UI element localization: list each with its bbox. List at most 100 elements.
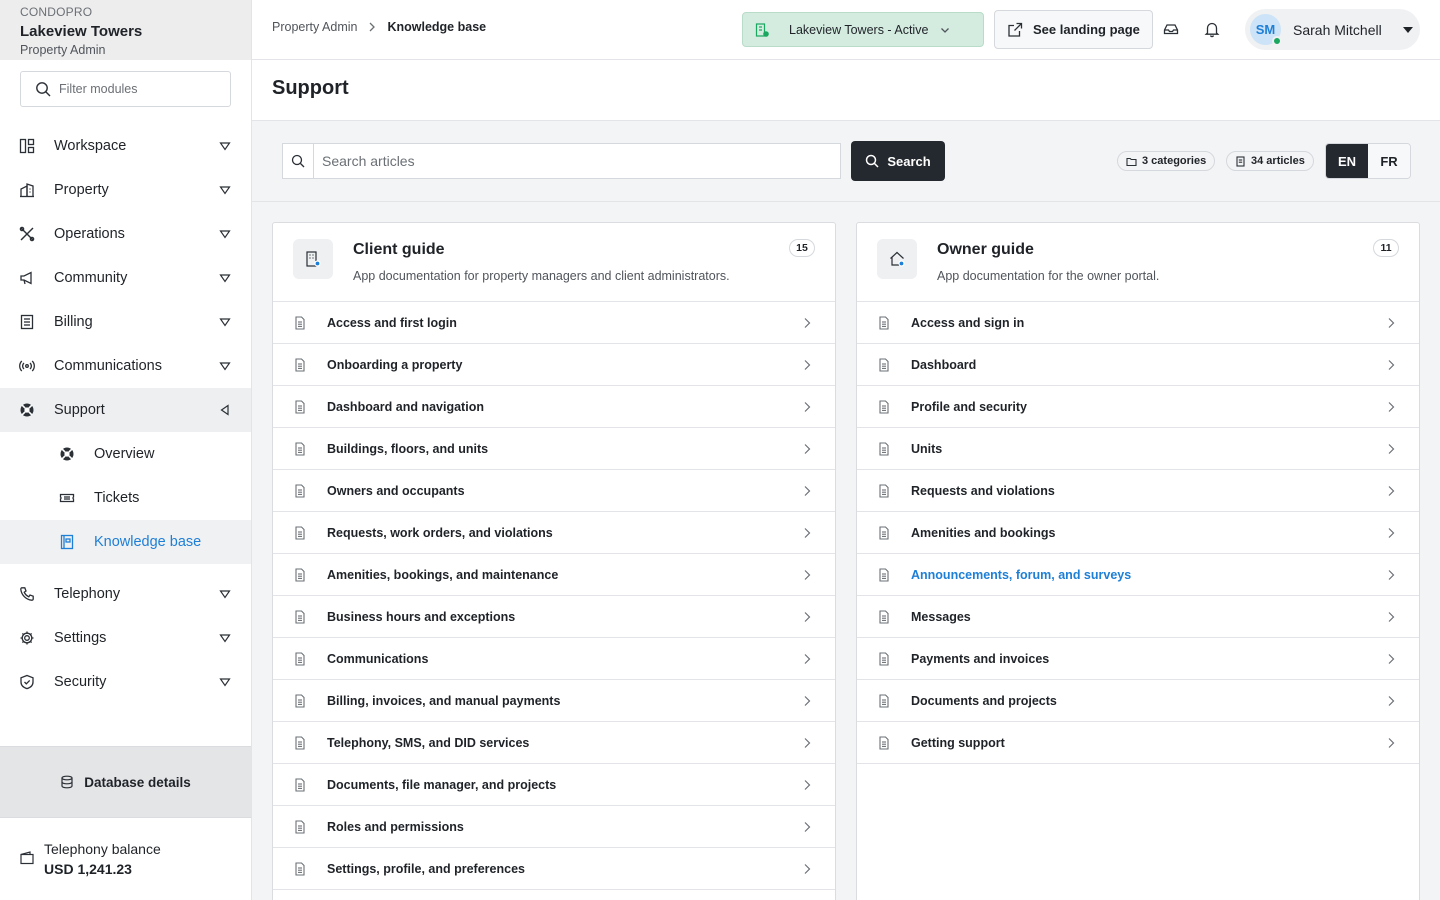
sidebar-item-security[interactable]: Security <box>0 660 251 704</box>
language-fr-button[interactable]: FR <box>1368 144 1410 178</box>
chevron-right-icon <box>801 443 813 455</box>
sidebar-subitem-tickets[interactable]: Tickets <box>0 476 251 520</box>
categories-count: 3 categories <box>1142 155 1207 167</box>
article-row[interactable]: Access and sign in <box>857 302 1419 344</box>
article-title: Documents and projects <box>911 693 1057 708</box>
document-icon <box>293 777 307 792</box>
client-guide-card: Client guide App documentation for prope… <box>272 222 836 900</box>
chevron-right-icon <box>1385 569 1397 581</box>
sidebar-item-operations[interactable]: Operations <box>0 212 251 256</box>
sidebar-item-label: Workspace <box>54 138 127 154</box>
caret-down-icon <box>219 316 231 328</box>
article-row[interactable]: Onboarding a property <box>273 344 835 386</box>
search-icon <box>865 154 879 168</box>
sidebar-item-workspace[interactable]: Workspace <box>0 124 251 168</box>
article-title: Getting support <box>911 735 1005 750</box>
phone-icon <box>19 586 35 602</box>
article-row[interactable]: Requests and violations <box>857 470 1419 512</box>
search-button-label: Search <box>887 153 931 169</box>
home-icon <box>877 239 917 279</box>
sidebar-item-support[interactable]: Support <box>0 388 251 432</box>
article-title: Units <box>911 441 943 456</box>
document-icon <box>877 315 891 330</box>
article-row[interactable]: Amenities, bookings, and maintenance <box>273 554 835 596</box>
chevron-right-icon <box>801 653 813 665</box>
search-toolbar: Search 3 categories 34 articles EN FR <box>252 121 1440 202</box>
sidebar-item-settings[interactable]: Settings <box>0 616 251 660</box>
article-row[interactable]: Documents and projects <box>857 680 1419 722</box>
client-guide-title: Client guide <box>353 241 445 258</box>
article-row[interactable]: Announcements, forum, and surveys <box>857 554 1419 596</box>
document-icon <box>293 861 307 876</box>
article-row[interactable]: Dashboard <box>857 344 1419 386</box>
sidebar-subitem-knowledge-base[interactable]: Knowledge base <box>0 520 251 564</box>
chevron-right-icon <box>1385 443 1397 455</box>
see-landing-page-button[interactable]: See landing page <box>994 10 1153 49</box>
document-icon <box>877 525 891 540</box>
user-name: Sarah Mitchell <box>1293 21 1382 38</box>
article-row[interactable]: Profile and security <box>857 386 1419 428</box>
breadcrumb: Property Admin Knowledge base <box>272 20 486 34</box>
caret-left-icon <box>219 404 231 416</box>
database-details-button[interactable]: Database details <box>0 746 251 818</box>
article-row[interactable]: Communications <box>273 638 835 680</box>
gear-icon <box>19 630 35 646</box>
inbox-icon[interactable] <box>1162 20 1180 38</box>
filter-modules-input[interactable] <box>59 82 219 96</box>
breadcrumb-root[interactable]: Property Admin <box>272 20 357 34</box>
article-row[interactable]: Buildings, floors, and units <box>273 428 835 470</box>
filter-modules-field[interactable] <box>20 71 231 107</box>
telephony-balance: Telephony balance USD 1,241.23 <box>20 840 161 880</box>
external-link-icon <box>1007 22 1023 38</box>
article-row[interactable]: Getting support <box>857 722 1419 764</box>
language-en-button[interactable]: EN <box>1326 144 1368 178</box>
sidebar-subitem-overview[interactable]: Overview <box>0 432 251 476</box>
caret-down-icon <box>219 228 231 240</box>
language-toggle: EN FR <box>1325 143 1411 179</box>
property-select[interactable]: Lakeview Towers - Active <box>742 12 984 47</box>
article-row[interactable]: Roles and permissions <box>273 806 835 848</box>
online-status-dot <box>1272 36 1282 46</box>
chevron-right-icon <box>1385 653 1397 665</box>
article-row[interactable]: Billing, invoices, and manual payments <box>273 680 835 722</box>
article-row[interactable]: Payments and invoices <box>857 638 1419 680</box>
search-articles-input[interactable] <box>322 153 822 169</box>
bell-icon[interactable] <box>1203 20 1221 38</box>
article-row[interactable]: Owners and occupants <box>273 470 835 512</box>
article-row[interactable]: Amenities and bookings <box>857 512 1419 554</box>
article-row[interactable]: Telephony, SMS, and DID services <box>273 722 835 764</box>
document-icon <box>293 315 307 330</box>
balance-value: USD 1,241.23 <box>44 861 132 877</box>
article-row[interactable]: Documents, file manager, and projects <box>273 764 835 806</box>
search-articles-field[interactable] <box>282 143 841 179</box>
document-icon <box>877 693 891 708</box>
user-menu[interactable]: SM Sarah Mitchell <box>1245 9 1420 50</box>
sidebar-item-community[interactable]: Community <box>0 256 251 300</box>
sidebar-item-billing[interactable]: Billing <box>0 300 251 344</box>
knowledge-base-content: Client guide App documentation for prope… <box>252 202 1440 900</box>
article-row[interactable]: Units <box>857 428 1419 470</box>
document-icon <box>293 693 307 708</box>
article-row[interactable]: Access and first login <box>273 302 835 344</box>
article-row[interactable]: Requests, work orders, and violations <box>273 512 835 554</box>
article-row[interactable]: Settings, profile, and preferences <box>273 848 835 890</box>
sidebar-nav: Workspace Property Operations Community … <box>0 124 251 704</box>
sidebar-subitem-label: Overview <box>94 446 155 462</box>
article-row[interactable]: Messages <box>857 596 1419 638</box>
search-button[interactable]: Search <box>851 141 945 181</box>
sidebar-item-telephony[interactable]: Telephony <box>0 572 251 616</box>
article-row[interactable]: Dashboard and navigation <box>273 386 835 428</box>
article-title: Messages <box>911 609 971 624</box>
caret-down-icon <box>219 360 231 372</box>
article-title: Requests, work orders, and violations <box>327 525 553 540</box>
caret-down-icon <box>1402 24 1414 36</box>
sidebar-item-label: Telephony <box>54 586 121 602</box>
property-name: Lakeview Towers <box>20 23 143 40</box>
article-row[interactable]: Business hours and exceptions <box>273 596 835 638</box>
document-icon <box>293 483 307 498</box>
page-header: Support <box>252 60 1440 121</box>
sidebar-item-property[interactable]: Property <box>0 168 251 212</box>
sidebar-item-communications[interactable]: Communications <box>0 344 251 388</box>
caret-down-icon <box>219 676 231 688</box>
lifebuoy-icon <box>59 446 75 462</box>
